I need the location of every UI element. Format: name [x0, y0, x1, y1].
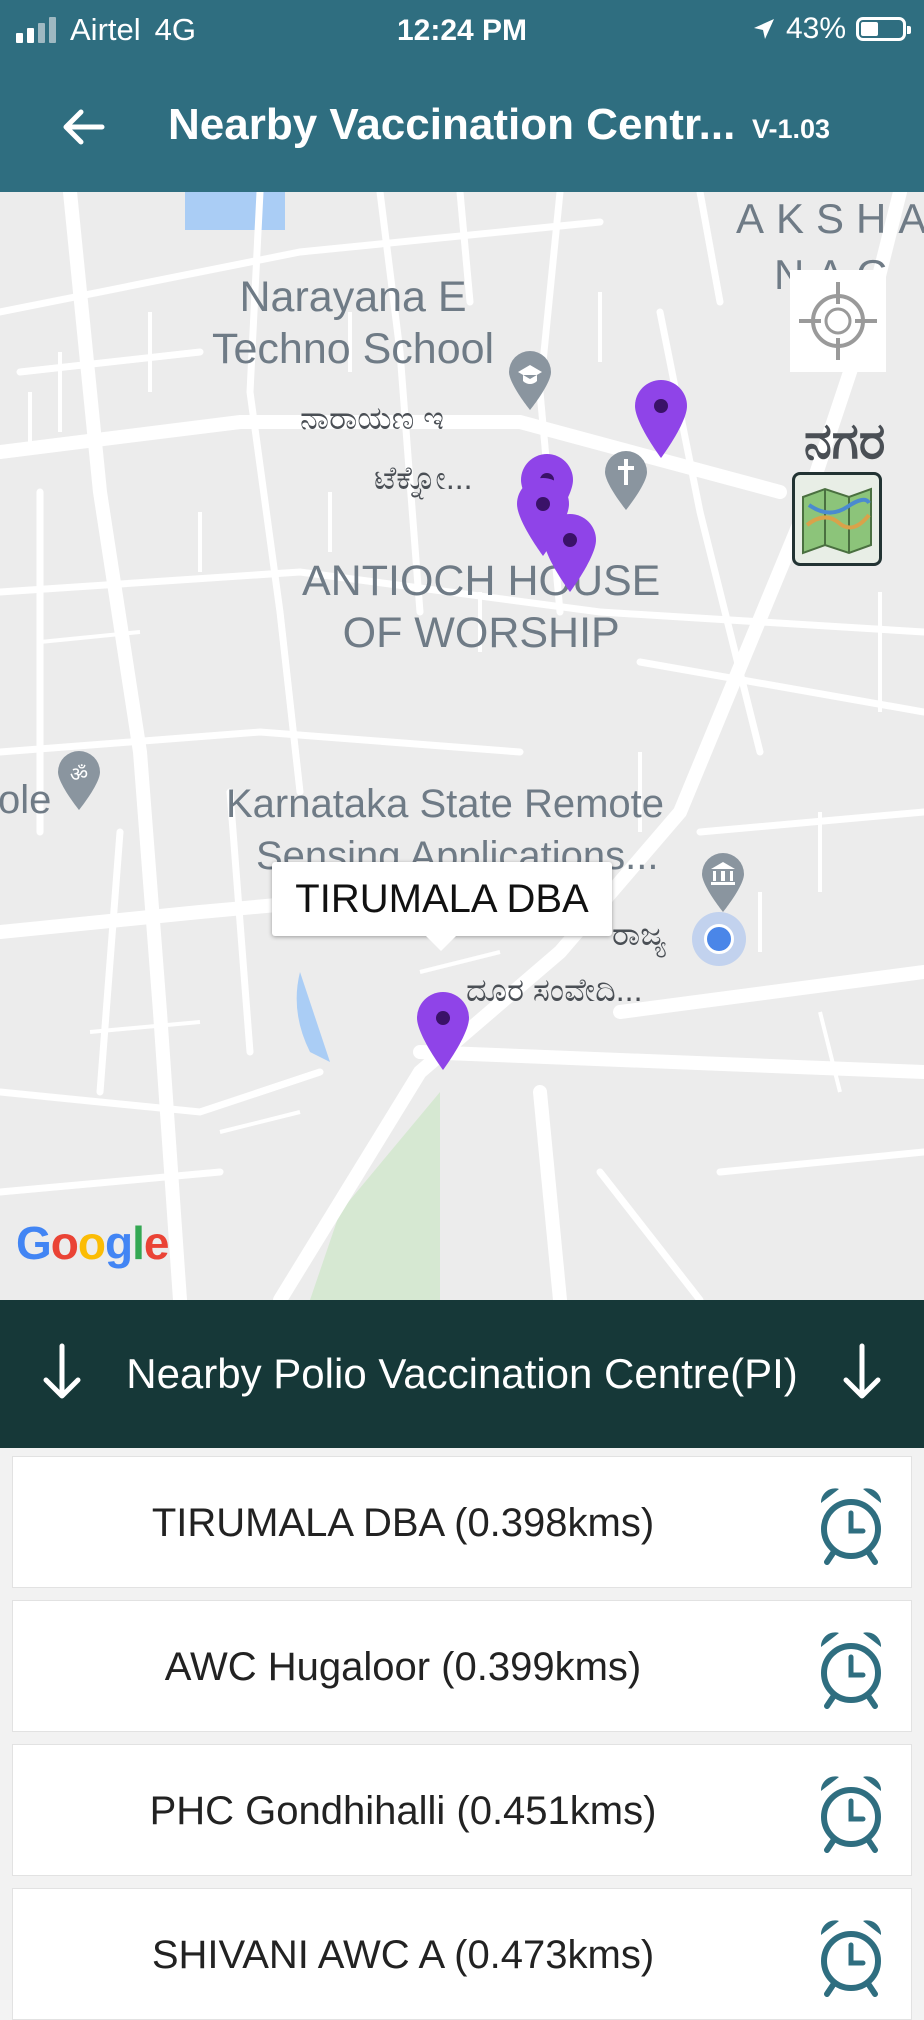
alarm-clock-icon[interactable] — [817, 1915, 885, 1997]
centre-name: PHC Gondhihalli (0.451kms) — [149, 1789, 657, 1833]
location-arrow-icon — [753, 19, 774, 39]
battery-percent: 43% — [785, 12, 846, 45]
info-window[interactable]: TIRUMALA DBA — [272, 862, 612, 951]
list-item[interactable]: AWC Hugaloor (0.399kms) — [12, 1600, 912, 1732]
map-label-karnataka-remote-1: Karnataka State Remote — [226, 782, 665, 826]
my-location-button[interactable] — [790, 270, 886, 372]
map-label-antioch: ANTIOCH HOUSE OF WORSHIP — [302, 557, 661, 657]
list-item[interactable]: PHC Gondhihalli (0.451kms) — [12, 1744, 912, 1876]
google-logo-text: Google — [16, 1217, 169, 1269]
page-title: Nearby Vaccination Centr... — [168, 100, 736, 149]
map-label-karnataka-kannada-2: ದೂರ ಸಂವೇದಿ... — [466, 972, 643, 1008]
centre-name: AWC Hugaloor (0.399kms) — [164, 1645, 642, 1689]
school-poi-icon[interactable] — [507, 350, 553, 412]
status-bar: Airtel 4G 12:24 PM 43% — [0, 0, 924, 62]
map-label-temple: ole — [0, 778, 52, 822]
centre-name: SHIVANI AWC A (0.473kms) — [151, 1933, 655, 1977]
arrow-down-icon[interactable] — [838, 1340, 886, 1404]
centre-list: TIRUMALA DBA (0.398kms) AWC Hugaloor (0.… — [0, 1448, 924, 2020]
arrow-left-icon[interactable] — [58, 102, 108, 152]
status-right: 43% — [752, 12, 911, 46]
vaccination-centre-pin-selected[interactable] — [414, 990, 472, 1072]
section-title: Nearby Polio Vaccination Centre(PI) — [126, 1350, 798, 1397]
centre-name: TIRUMALA DBA (0.398kms) — [151, 1501, 655, 1545]
map-label-narayana-school: Narayana E Techno School — [212, 273, 495, 373]
map-label-nagara-kannada: ನಗರ — [804, 413, 886, 469]
vaccination-centre-pin[interactable] — [541, 512, 599, 594]
list-item[interactable]: TIRUMALA DBA (0.398kms) — [12, 1456, 912, 1588]
map-label-narayana-kannada-2: ಟೆಕ್ನೋ... — [374, 460, 473, 496]
map-view[interactable]: AKSHA NAG ನಗರ Narayana E Techno School ನ… — [0, 192, 924, 1300]
google-attribution: Google — [16, 1216, 169, 1270]
user-location-marker — [692, 912, 746, 966]
alarm-clock-icon[interactable] — [817, 1771, 885, 1853]
vaccination-centre-pin[interactable] — [632, 378, 690, 460]
alarm-clock-icon[interactable] — [817, 1627, 885, 1709]
map-label-karnataka-kannada-1: ರಾಜ್ಯ — [612, 916, 667, 952]
battery-icon — [856, 17, 911, 41]
svg-text:ॐ: ॐ — [70, 762, 88, 786]
app-bar: Nearby Vaccination Centr... V-1.03 — [0, 62, 924, 192]
version-label: V-1.03 — [752, 114, 831, 144]
map-type-button[interactable] — [792, 472, 882, 566]
map-layers-icon — [802, 487, 872, 555]
section-header[interactable]: Nearby Polio Vaccination Centre(PI) — [0, 1300, 924, 1448]
map-label-narayana-kannada-1: ನಾರಾಯಣ ಇ — [300, 400, 444, 436]
my-location-icon — [799, 282, 877, 360]
alarm-clock-icon[interactable] — [817, 1483, 885, 1565]
government-building-poi-icon[interactable] — [700, 852, 746, 914]
temple-poi-icon[interactable]: ॐ — [56, 750, 102, 812]
map-label-aksha: AKSHA — [736, 195, 924, 242]
list-item[interactable]: SHIVANI AWC A (0.473kms) — [12, 1888, 912, 2020]
